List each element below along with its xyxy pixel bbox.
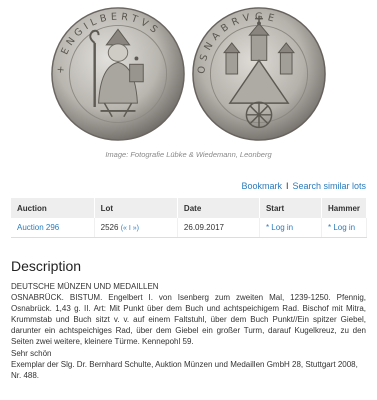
- cell-hammer: * Log in: [321, 218, 368, 238]
- description-text: OSNABRÜCK. BISTUM. Engelbert I. von Isen…: [11, 293, 366, 347]
- header-lot: Lot: [94, 198, 178, 218]
- header-start: Start: [259, 198, 322, 218]
- coin-reverse-image[interactable]: OSNABRVGE: [191, 6, 327, 142]
- coin-obverse-image[interactable]: + ENGILBERTVS: [50, 6, 186, 142]
- lot-nav: (« I »): [121, 225, 139, 232]
- description-provenance: Exemplar der Slg. Dr. Bernhard Schulte, …: [11, 359, 358, 380]
- header-hammer: Hammer: [321, 198, 368, 218]
- description-body: DEUTSCHE MÜNZEN UND MEDAILLEN OSNABRÜCK.…: [11, 281, 366, 381]
- auction-link[interactable]: Auction 296: [17, 223, 59, 232]
- table-header-row: Auction Lot Date Start Hammer: [11, 198, 368, 218]
- header-date: Date: [177, 198, 260, 218]
- lot-nav-separator: I: [128, 225, 131, 232]
- lot-actions: Bookmark I Search similar lots: [241, 181, 366, 191]
- lot-info-table: Auction Lot Date Start Hammer Auction 29…: [11, 198, 368, 238]
- cell-lot: 2526 (« I »): [94, 218, 178, 238]
- cell-start: * Log in: [259, 218, 322, 238]
- hammer-login-link[interactable]: * Log in: [328, 223, 355, 232]
- coin-image-area: + ENGILBERTVS OSNABRVGE Image: Fotografi…: [0, 0, 377, 165]
- start-login-link[interactable]: * Log in: [266, 223, 293, 232]
- search-similar-lots-link[interactable]: Search similar lots: [292, 181, 366, 191]
- header-auction: Auction: [11, 198, 95, 218]
- table-row: Auction 296 2526 (« I ») 26.09.2017 * Lo…: [11, 218, 368, 238]
- actions-separator: I: [285, 181, 289, 191]
- cell-date: 26.09.2017: [177, 218, 260, 238]
- lot-detail-page: + ENGILBERTVS OSNABRVGE Image: Fotografi…: [0, 0, 377, 400]
- image-caption: Image: Fotografie Lübke & Wiedemann, Leo…: [105, 150, 272, 159]
- bookmark-link[interactable]: Bookmark: [241, 181, 282, 191]
- lot-number: 2526: [100, 223, 119, 232]
- next-lot-link[interactable]: »): [133, 225, 139, 232]
- description-category: DEUTSCHE MÜNZEN UND MEDAILLEN: [11, 282, 159, 291]
- description-grade: Sehr schön: [11, 348, 52, 358]
- cell-auction: Auction 296: [11, 218, 95, 238]
- description-heading: Description: [11, 258, 82, 274]
- previous-lot-link[interactable]: («: [121, 225, 127, 232]
